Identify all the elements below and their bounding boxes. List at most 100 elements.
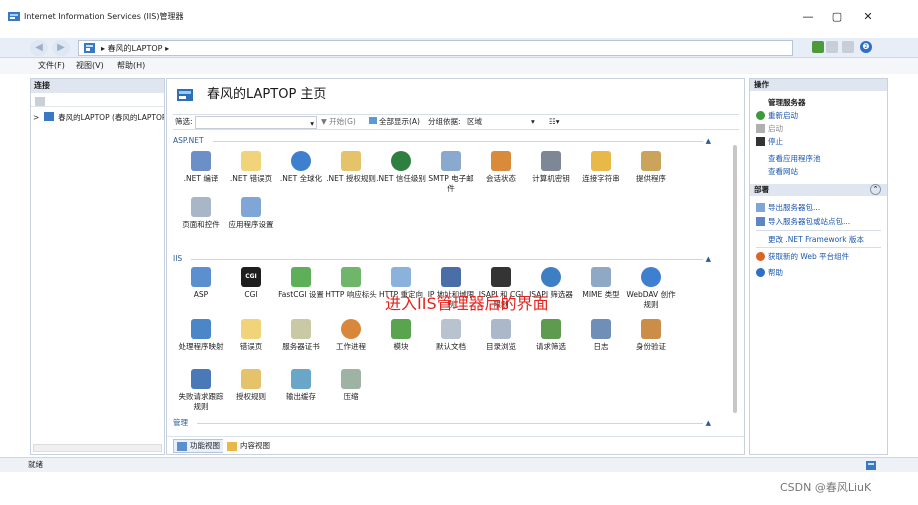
collapse-deploy-button[interactable]: ⌃	[870, 184, 881, 195]
close-button[interactable]: ✕	[853, 8, 883, 26]
collapse-group-icon[interactable]: ▲	[706, 135, 711, 147]
tree-item-server[interactable]: > 春风的LAPTOP (春风的LAPTOP	[33, 112, 164, 123]
import-package-link[interactable]: 导入服务器包或站点包...	[768, 216, 850, 227]
path-separator: ▸	[101, 44, 106, 53]
tree-expander-icon[interactable]: >	[33, 113, 39, 122]
feature-asp[interactable]: ASP	[175, 267, 227, 300]
address-box[interactable]: ▸ 春风的LAPTOP ▸	[78, 40, 793, 56]
features-scrollbar[interactable]	[731, 137, 740, 427]
feature-smtp-email[interactable]: SMTP 电子邮件	[425, 151, 477, 194]
feature-directory-browsing[interactable]: 目录浏览	[475, 319, 527, 352]
feature-net-authorization[interactable]: .NET 授权规则	[325, 151, 377, 184]
feature-net-compilation[interactable]: .NET 编译	[175, 151, 227, 184]
feature-failed-request-tracing[interactable]: 失败请求跟踪规则	[175, 369, 227, 412]
feature-logging[interactable]: 日志	[575, 319, 627, 352]
view-mode-button[interactable]: ☷▾	[549, 115, 560, 129]
feature-webdav-authoring[interactable]: WebDAV 创作规则	[625, 267, 677, 310]
isapi-filter-icon	[541, 267, 561, 287]
feature-default-document[interactable]: 默认文档	[425, 319, 477, 352]
feature-session-state[interactable]: 会话状态	[475, 151, 527, 184]
feature-fastcgi-settings[interactable]: FastCGI 设置	[275, 267, 327, 300]
group-header-aspnet[interactable]: ASP.NET ▲	[173, 135, 721, 147]
feature-authorization-rules[interactable]: 授权规则	[225, 369, 277, 402]
feature-server-certificates[interactable]: 服务器证书	[275, 319, 327, 352]
collapse-group-icon[interactable]: ▲	[706, 417, 711, 428]
email-icon	[441, 151, 461, 171]
restart-link[interactable]: 重新启动	[768, 110, 798, 121]
show-all-button[interactable]: 全部显示(A)	[369, 115, 420, 129]
view-sites-link[interactable]: 查看网站	[768, 166, 798, 177]
export-package-icon	[756, 203, 765, 212]
group-name: 管理	[173, 418, 188, 427]
view-tabs: 功能视图 内容视图	[167, 436, 744, 454]
session-user-icon	[491, 151, 511, 171]
menu-file[interactable]: 文件(F)	[38, 60, 65, 72]
forward-button[interactable]: ▶	[52, 40, 70, 56]
tab-content-view[interactable]: 内容视图	[223, 439, 275, 453]
view-app-pools-link[interactable]: 查看应用程序池	[768, 153, 821, 164]
iis-manager-window: Internet Information Services (IIS)管理器 —…	[0, 0, 918, 505]
get-web-platform-link[interactable]: 获取新的 Web 平台组件	[768, 251, 849, 262]
start-icon	[756, 124, 765, 133]
stop-link[interactable]: 停止	[768, 136, 783, 147]
feature-output-caching[interactable]: 输出缓存	[275, 369, 327, 402]
feature-worker-processes[interactable]: 工作进程	[325, 319, 377, 352]
feature-app-settings[interactable]: 应用程序设置	[225, 197, 277, 230]
feature-net-globalization[interactable]: .NET 全球化	[275, 151, 327, 184]
feature-error-pages[interactable]: 错误页	[225, 319, 277, 352]
compilation-icon	[191, 151, 211, 171]
feature-compression[interactable]: 压缩	[325, 369, 377, 402]
help-icon[interactable]: ❷	[860, 41, 872, 53]
isapi-cgi-restriction-icon	[491, 267, 511, 287]
start-filter-button[interactable]: ▼ 开始(G)	[321, 115, 356, 129]
folder-icon[interactable]	[826, 41, 838, 53]
group-header-iis[interactable]: IIS ▲	[173, 253, 721, 265]
response-headers-icon	[341, 267, 361, 287]
feature-machine-key[interactable]: 计算机密钥	[525, 151, 577, 184]
menu-help[interactable]: 帮助(H)	[117, 60, 145, 72]
feature-net-error-pages[interactable]: .NET 错误页	[225, 151, 277, 184]
new-connection-icon[interactable]	[35, 97, 45, 106]
group-name: IIS	[173, 254, 183, 263]
request-filtering-icon	[541, 319, 561, 339]
feature-cgi[interactable]: CGI CGI	[225, 267, 277, 300]
feature-connection-strings[interactable]: 连接字符串	[575, 151, 627, 184]
scrollbar-thumb[interactable]	[733, 145, 737, 413]
collapse-group-icon[interactable]: ▲	[706, 253, 711, 265]
menu-view[interactable]: 视图(V)	[76, 60, 104, 72]
filter-label: 筛选:	[175, 117, 193, 126]
feature-providers[interactable]: 提供程序	[625, 151, 677, 184]
tab-features-view[interactable]: 功能视图	[173, 439, 225, 453]
connections-pane: 连接 > 春风的LAPTOP (春风的LAPTOP	[30, 78, 165, 455]
back-button[interactable]: ◀	[30, 40, 48, 56]
group-header-management[interactable]: 管理 ▲	[173, 417, 721, 428]
export-package-link[interactable]: 导出服务器包...	[768, 202, 820, 213]
tab-features-view-label: 功能视图	[190, 441, 220, 450]
feature-modules[interactable]: 模块	[375, 319, 427, 352]
maximize-button[interactable]: ▢	[822, 8, 852, 26]
feature-authentication[interactable]: 身份验证	[625, 319, 677, 352]
feature-pages-controls[interactable]: 页面和控件	[175, 197, 227, 230]
feature-http-response-headers[interactable]: HTTP 响应标头	[325, 267, 377, 300]
help-link[interactable]: 帮助	[768, 267, 783, 278]
home-nav-icon[interactable]	[842, 41, 854, 53]
feature-handler-mappings[interactable]: 处理程序映射	[175, 319, 227, 352]
path-end-separator[interactable]: ▸	[165, 44, 169, 53]
change-framework-link[interactable]: 更改 .NET Framework 版本	[768, 234, 864, 245]
feature-net-trust-levels[interactable]: .NET 信任级别	[375, 151, 427, 184]
group-by-select[interactable]: 区域 ▾	[467, 115, 537, 129]
menu-bar: 文件(F) 视图(V) 帮助(H)	[0, 58, 918, 74]
path-segment-server[interactable]: 春风的LAPTOP	[108, 44, 163, 53]
filter-input[interactable]: ▾	[195, 116, 317, 129]
start-link[interactable]: 启动	[768, 123, 783, 134]
group-by-label: 分组依据:	[428, 117, 461, 126]
feature-request-filtering[interactable]: 请求筛选	[525, 319, 577, 352]
feature-mime-types[interactable]: MIME 类型	[575, 267, 627, 300]
connections-scrollbar[interactable]	[33, 444, 162, 452]
connect-icon[interactable]	[812, 41, 824, 53]
address-bar: ◀ ▶ ▸ 春风的LAPTOP ▸ ❷	[0, 38, 918, 58]
minimize-button[interactable]: —	[793, 8, 823, 26]
filter-dropdown-icon[interactable]: ▾	[310, 117, 314, 131]
failed-request-icon	[191, 369, 211, 389]
actions-divider	[756, 247, 881, 248]
